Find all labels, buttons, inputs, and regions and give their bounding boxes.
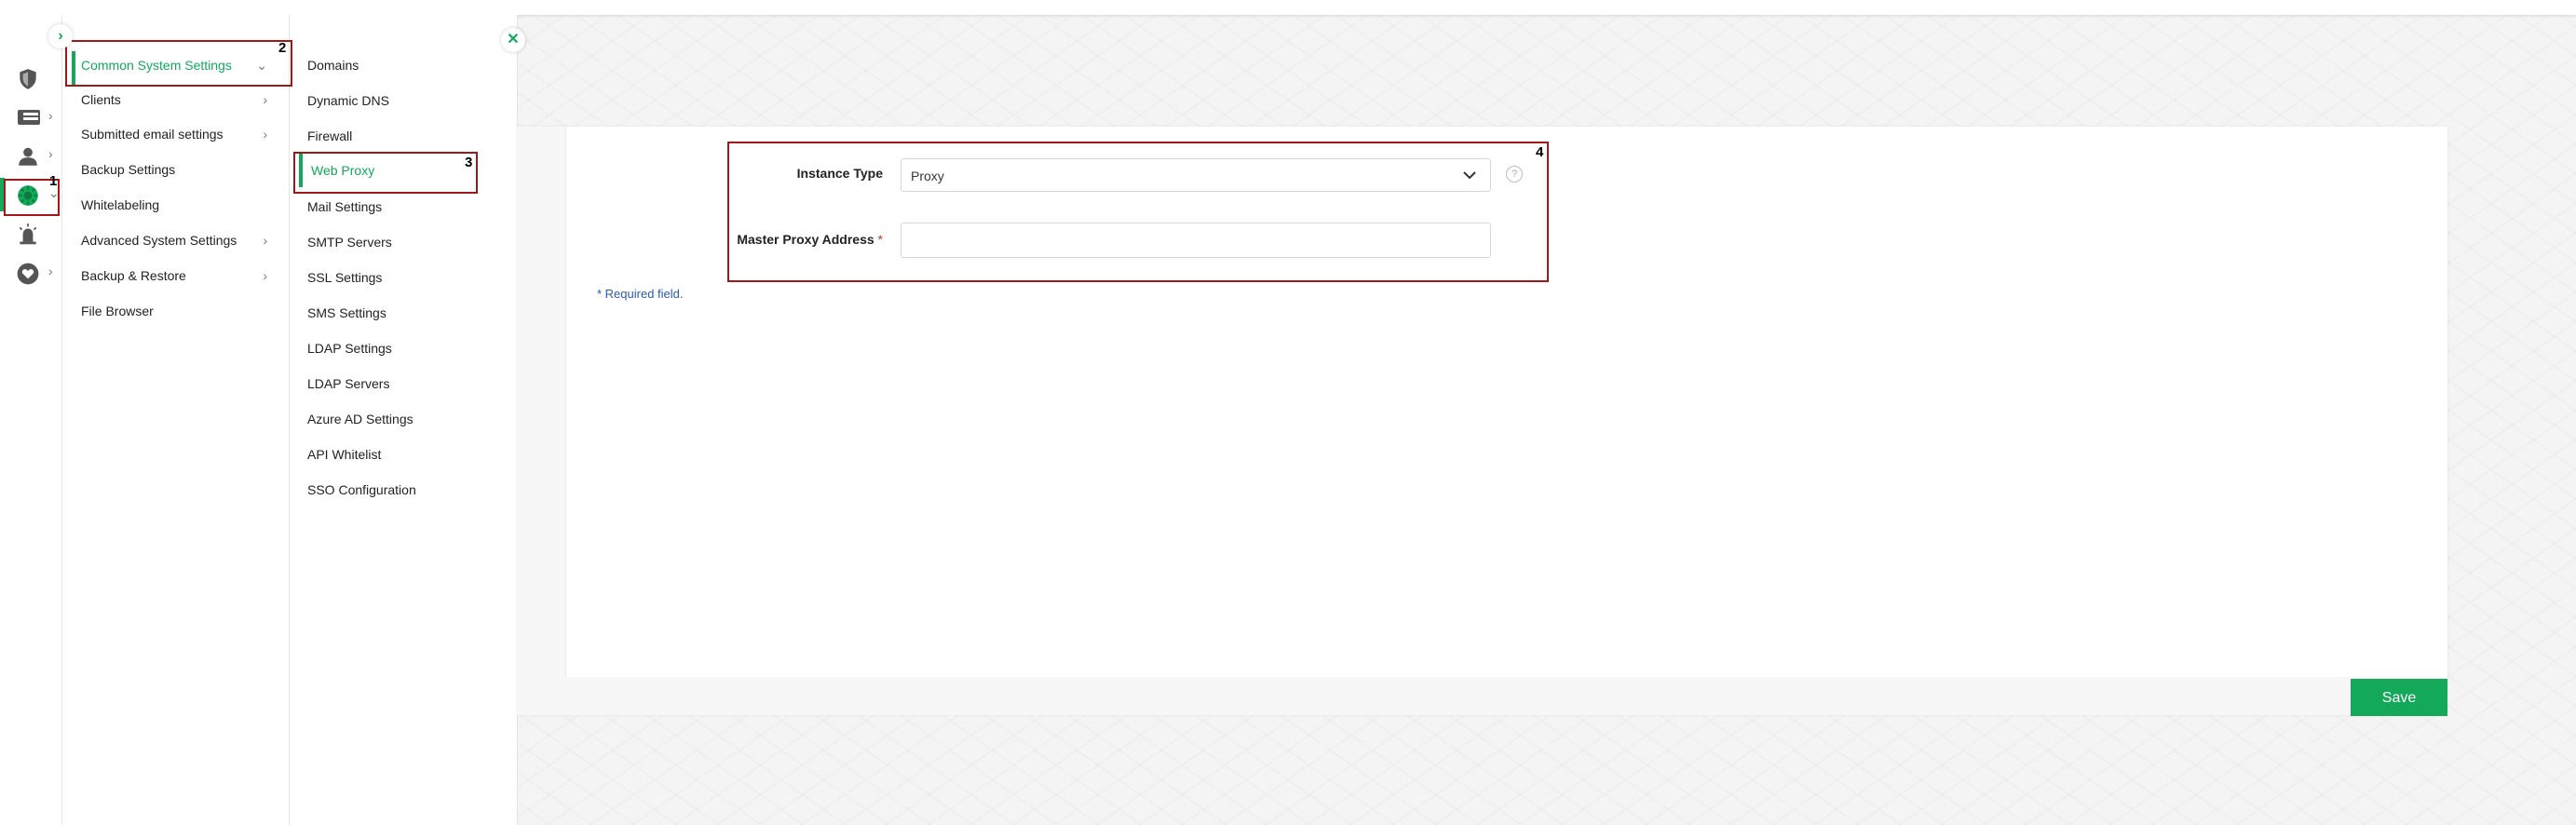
menu-item-label: Backup Settings	[81, 162, 176, 177]
top-bar	[0, 0, 2576, 15]
annotation-number-3: 3	[465, 155, 473, 170]
submenu-item-dynamic-dns[interactable]: Dynamic DNS	[307, 84, 503, 117]
submenu-item-label: Mail Settings	[307, 199, 383, 214]
chevron-right-icon: ›	[263, 92, 267, 107]
submenu-item-label: SSO Configuration	[307, 482, 416, 497]
chevron-right-icon: ›	[263, 268, 267, 283]
submenu-item-ssl-settings[interactable]: SSL Settings	[307, 261, 503, 294]
rail-item-dashboard[interactable]: ›	[0, 99, 61, 136]
menu-item-label: File Browser	[81, 304, 154, 318]
menu-item-label: Clients	[81, 92, 121, 107]
rail-item-alerts[interactable]	[0, 215, 61, 252]
submenu-item-label: SSL Settings	[307, 270, 383, 285]
heart-icon	[17, 263, 39, 285]
chevron-right-icon: ›	[263, 127, 267, 142]
menu-item-label: Advanced System Settings	[81, 233, 237, 248]
dashboard-icon	[18, 110, 40, 125]
submenu-item-label: Firewall	[307, 128, 353, 143]
chevron-right-icon: ›	[48, 146, 53, 161]
menu-item-backup-settings[interactable]: Backup Settings	[81, 153, 277, 186]
annotation-box-2	[65, 40, 292, 87]
submenu-item-api-whitelist[interactable]: API Whitelist	[307, 438, 503, 471]
submenu-item-label: API Whitelist	[307, 447, 382, 462]
close-icon[interactable]: ✕	[501, 28, 525, 52]
menu-item-label: Submitted email settings	[81, 127, 224, 142]
settings-menu: Common System Settings ⌄ Clients › Submi…	[62, 15, 290, 825]
submenu-item-azure-ad-settings[interactable]: Azure AD Settings	[307, 402, 503, 436]
rail-item-users[interactable]: ›	[0, 137, 61, 174]
menu-item-clients[interactable]: Clients ›	[81, 83, 277, 116]
rail-item-security[interactable]	[0, 60, 61, 97]
submenu-item-mail-settings[interactable]: Mail Settings	[307, 190, 503, 223]
annotation-number-1: 1	[49, 173, 58, 189]
chevron-right-icon: ›	[48, 108, 53, 123]
submenu-item-label: Dynamic DNS	[307, 93, 389, 108]
menu-item-label: Backup & Restore	[81, 268, 186, 283]
menu-item-file-browser[interactable]: File Browser	[81, 294, 277, 328]
panel-left-strip	[517, 127, 566, 715]
menu-item-submitted-email-settings[interactable]: Submitted email settings ›	[81, 117, 277, 151]
common-settings-submenu: Domains Dynamic DNS Firewall Web Proxy M…	[290, 15, 518, 825]
submenu-item-firewall[interactable]: Firewall	[307, 119, 503, 153]
users-icon	[19, 147, 37, 166]
submenu-item-label: SMTP Servers	[307, 235, 392, 250]
submenu-item-sso-configuration[interactable]: SSO Configuration	[307, 473, 503, 507]
menu-item-backup-restore[interactable]: Backup & Restore ›	[81, 259, 277, 292]
expand-icon[interactable]: ›	[48, 24, 73, 48]
icon-rail: › › ⌄ ›	[0, 15, 62, 825]
submenu-item-label: LDAP Servers	[307, 376, 390, 391]
submenu-item-domains[interactable]: Domains	[307, 48, 503, 82]
menu-item-label: Whitelabeling	[81, 197, 160, 212]
chevron-right-icon: ›	[48, 264, 53, 278]
rail-item-health[interactable]: ›	[0, 254, 61, 291]
submenu-item-label: Azure AD Settings	[307, 412, 414, 426]
save-button[interactable]: Save	[2351, 679, 2447, 716]
shield-icon	[20, 69, 36, 89]
alert-icon	[19, 223, 37, 245]
chevron-right-icon: ›	[263, 233, 267, 248]
menu-item-advanced-system-settings[interactable]: Advanced System Settings ›	[81, 223, 277, 257]
annotation-box-3	[293, 152, 478, 194]
submenu-item-sms-settings[interactable]: SMS Settings	[307, 296, 503, 330]
panel-footer	[565, 677, 2447, 715]
annotation-number-2: 2	[278, 40, 287, 56]
submenu-item-smtp-servers[interactable]: SMTP Servers	[307, 225, 503, 259]
submenu-item-label: Domains	[307, 58, 359, 73]
submenu-item-ldap-settings[interactable]: LDAP Settings	[307, 331, 503, 365]
submenu-item-label: SMS Settings	[307, 305, 386, 320]
submenu-item-ldap-servers[interactable]: LDAP Servers	[307, 367, 503, 400]
annotation-number-4: 4	[1536, 144, 1544, 160]
submenu-item-label: LDAP Settings	[307, 341, 392, 356]
menu-item-whitelabeling[interactable]: Whitelabeling	[81, 188, 277, 222]
annotation-box-4	[727, 142, 1549, 282]
required-field-note: * Required field.	[597, 287, 684, 301]
